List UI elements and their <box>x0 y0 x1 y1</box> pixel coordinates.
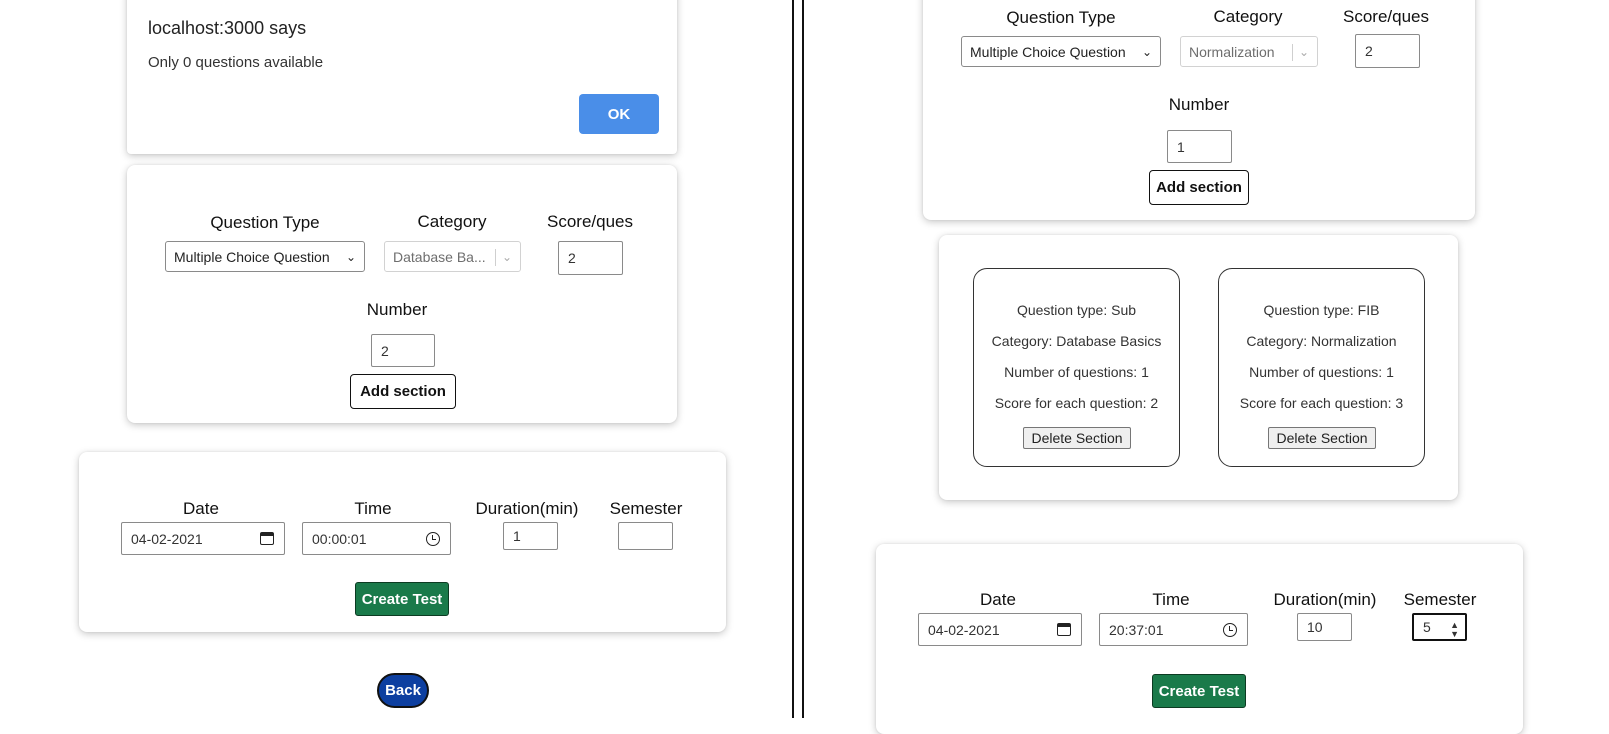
sections-list-card: Question type: Sub Category: Database Ba… <box>939 235 1458 500</box>
panel-divider <box>802 0 804 718</box>
section-form-card: Question Type Category Score/ques Multip… <box>127 165 677 423</box>
category-select[interactable]: Database Ba... ⌄ <box>384 241 521 272</box>
delete-section-label: Delete Section <box>1276 430 1368 446</box>
number-label: Number <box>366 300 428 319</box>
number-label: Number <box>1168 95 1230 114</box>
semester-input[interactable] <box>618 522 673 550</box>
chevron-down-icon: ⌄ <box>1141 44 1152 59</box>
duration-label: Duration(min) <box>1273 590 1377 609</box>
create-test-label: Create Test <box>361 590 443 608</box>
question-type-value: Multiple Choice Question <box>970 43 1126 60</box>
question-type-select[interactable]: Multiple Choice Question ⌄ <box>961 36 1161 67</box>
section-form-card: Question Type Category Score/ques Multip… <box>923 0 1475 220</box>
question-type-label: Question Type <box>210 213 320 232</box>
section-category: Category: Normalization <box>1246 333 1397 349</box>
section-type: Question type: Sub <box>1016 302 1137 318</box>
date-input[interactable]: 04-02-2021 <box>918 613 1082 646</box>
section-score: Score for each question: 3 <box>1239 395 1404 411</box>
back-button[interactable]: Back <box>377 673 429 708</box>
section-summary-card: Question type: Sub Category: Database Ba… <box>973 268 1180 467</box>
time-value: 00:00:01 <box>312 530 367 547</box>
dialog-message: Only 0 questions available <box>148 54 324 71</box>
date-value: 04-02-2021 <box>928 621 1000 638</box>
select-separator <box>1292 44 1293 61</box>
number-value: 1 <box>1177 138 1185 155</box>
alert-dialog: localhost:3000 says Only 0 questions ava… <box>127 0 677 154</box>
number-spinner-icon[interactable]: ▲ ▼ <box>1450 621 1459 639</box>
delete-section-label: Delete Section <box>1031 430 1123 446</box>
question-type-select[interactable]: Multiple Choice Question ⌄ <box>165 241 365 272</box>
calendar-icon[interactable] <box>1057 623 1071 636</box>
duration-value: 1 <box>513 528 521 544</box>
create-test-button[interactable]: Create Test <box>355 582 449 616</box>
create-test-button[interactable]: Create Test <box>1152 674 1246 708</box>
ok-button-label: OK <box>607 105 631 123</box>
select-separator <box>495 249 496 266</box>
question-type-value: Multiple Choice Question <box>174 248 330 265</box>
date-label: Date <box>980 590 1016 609</box>
date-label: Date <box>183 499 219 518</box>
time-input[interactable]: 20:37:01 <box>1099 613 1248 646</box>
category-value: Normalization <box>1189 43 1275 60</box>
time-label: Time <box>354 499 392 518</box>
dialog-title: localhost:3000 says <box>148 18 307 38</box>
score-label: Score/ques <box>547 212 633 231</box>
score-value: 2 <box>568 250 576 266</box>
score-input[interactable]: 2 <box>1355 34 1420 68</box>
back-label: Back <box>385 682 421 699</box>
semester-label: Semester <box>1403 590 1477 609</box>
ok-button[interactable]: OK <box>579 94 659 134</box>
score-value: 2 <box>1365 43 1373 59</box>
clock-icon[interactable] <box>1223 623 1237 637</box>
add-section-label: Add section <box>1156 179 1242 196</box>
duration-input[interactable]: 1 <box>503 522 558 550</box>
delete-section-button[interactable]: Delete Section <box>1268 427 1376 449</box>
chevron-down-icon: ⌄ <box>345 249 356 264</box>
semester-input[interactable]: 5 ▲ ▼ <box>1412 613 1467 641</box>
date-input[interactable]: 04-02-2021 <box>121 522 285 555</box>
create-test-label: Create Test <box>1158 682 1240 700</box>
category-label: Category <box>417 212 487 231</box>
section-category: Category: Database Basics <box>991 333 1162 349</box>
section-type: Question type: FIB <box>1263 302 1380 318</box>
number-value: 2 <box>381 342 389 359</box>
test-form-card: Date Time Duration(min) Semester 04-02-2… <box>876 544 1523 734</box>
chevron-down-icon: ⌄ <box>501 249 512 264</box>
semester-label: Semester <box>609 499 683 518</box>
duration-input[interactable]: 10 <box>1297 613 1352 641</box>
clock-icon[interactable] <box>426 532 440 546</box>
delete-section-button[interactable]: Delete Section <box>1023 427 1131 449</box>
date-value: 04-02-2021 <box>131 530 203 547</box>
category-value: Database Ba... <box>393 248 486 265</box>
section-count: Number of questions: 1 <box>1249 364 1394 380</box>
duration-value: 10 <box>1307 619 1323 635</box>
chevron-down-icon: ⌄ <box>1298 44 1309 59</box>
category-select[interactable]: Normalization ⌄ <box>1180 36 1318 67</box>
score-label: Score/ques <box>1343 7 1429 26</box>
semester-value: 5 <box>1423 619 1431 635</box>
time-label: Time <box>1152 590 1190 609</box>
number-input[interactable]: 1 <box>1167 130 1232 163</box>
duration-label: Duration(min) <box>475 499 579 518</box>
section-score: Score for each question: 2 <box>994 395 1159 411</box>
category-label: Category <box>1213 7 1283 26</box>
number-input[interactable]: 2 <box>371 334 435 367</box>
add-section-button[interactable]: Add section <box>1149 170 1249 205</box>
score-input[interactable]: 2 <box>558 241 623 275</box>
section-count: Number of questions: 1 <box>1004 364 1149 380</box>
panel-divider <box>792 0 794 718</box>
test-form-card: Date Time Duration(min) Semester 04-02-2… <box>79 452 726 632</box>
calendar-icon[interactable] <box>260 532 274 545</box>
question-type-label: Question Type <box>1006 8 1116 27</box>
section-summary-card: Question type: FIB Category: Normalizati… <box>1218 268 1425 467</box>
add-section-label: Add section <box>360 383 446 400</box>
time-input[interactable]: 00:00:01 <box>302 522 451 555</box>
add-section-button[interactable]: Add section <box>350 374 456 409</box>
time-value: 20:37:01 <box>1109 621 1164 638</box>
